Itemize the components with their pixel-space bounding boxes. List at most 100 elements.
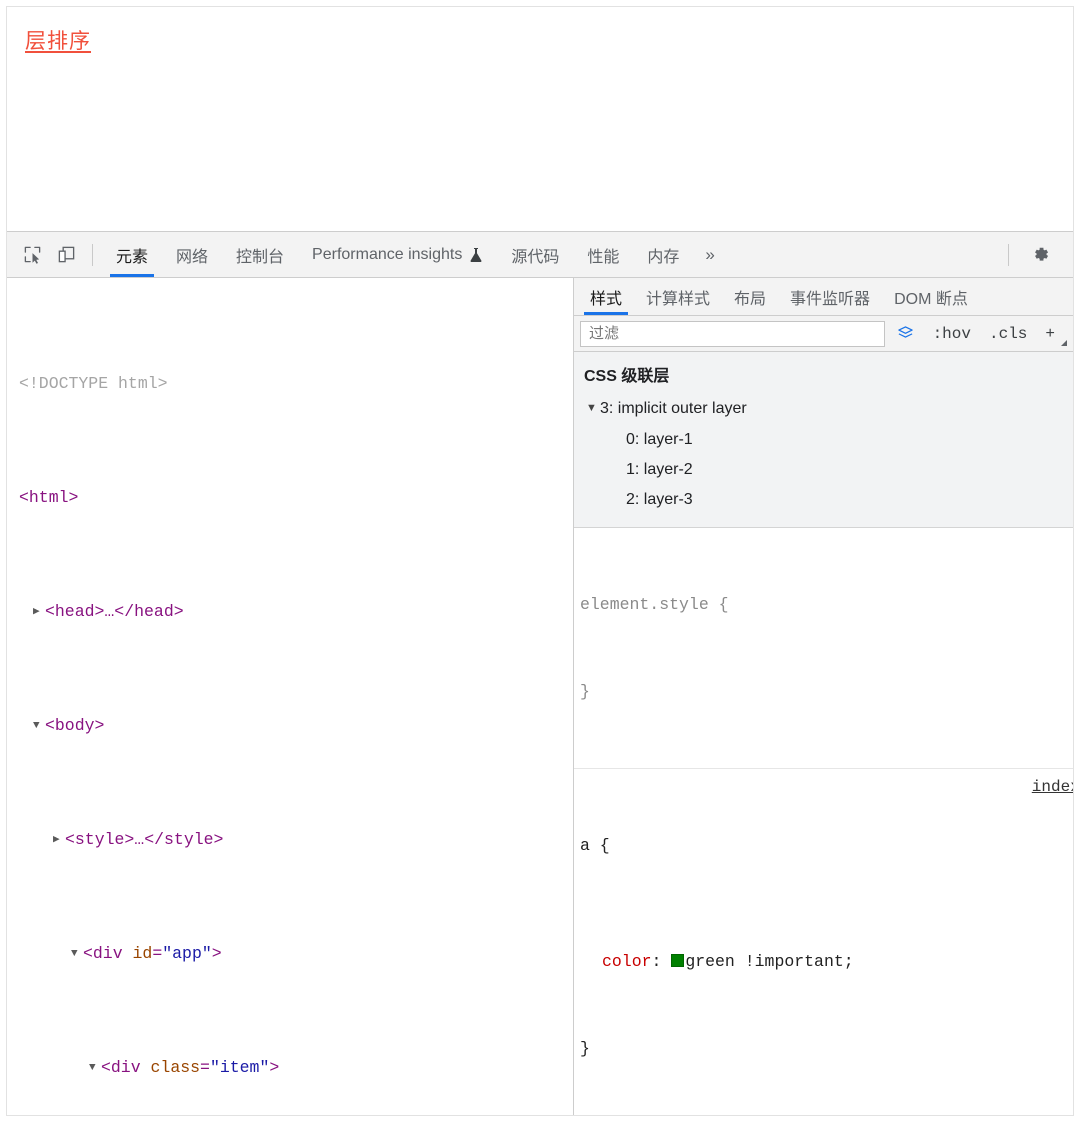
tab-layout-label: 布局 xyxy=(734,290,767,308)
dom-row[interactable]: ▶ <style>…</style> xyxy=(7,826,573,855)
dom-tag-div-item: <div xyxy=(101,1057,151,1077)
devtools-panel: 元素 网络 控制台 Performance insights 源代码 性能 内存… xyxy=(7,231,1073,1115)
css-declaration[interactable]: color: green !important; xyxy=(580,947,1073,976)
cascade-layer-root-label: 3: implicit outer layer xyxy=(600,400,747,417)
collapse-arrow-icon[interactable]: ▼ xyxy=(33,712,45,741)
dom-tag-html: <html> xyxy=(19,487,79,507)
css-property-value[interactable]: green !important; xyxy=(685,952,853,971)
rule-selector[interactable]: element.style { xyxy=(580,590,1073,619)
rule-origin-link[interactable]: index1. xyxy=(1032,773,1073,802)
tab-styles[interactable]: 样式 xyxy=(578,278,634,315)
tab-styles-label: 样式 xyxy=(590,290,623,308)
dom-row[interactable]: ▶ <head>…</head> xyxy=(7,598,573,627)
tab-event-listeners[interactable]: 事件监听器 xyxy=(778,278,882,315)
gear-glyph xyxy=(1035,247,1049,261)
expand-arrow-icon[interactable]: ▶ xyxy=(33,598,45,627)
cascade-layer-root[interactable]: ▼ 3: implicit outer layer xyxy=(584,394,1073,425)
devtools-main-toolbar: 元素 网络 控制台 Performance insights 源代码 性能 内存… xyxy=(7,232,1073,278)
css-colon: : xyxy=(651,952,672,971)
tab-elements-label: 元素 xyxy=(116,248,149,266)
collapse-arrow-icon[interactable]: ▼ xyxy=(89,1054,101,1083)
dom-tag-style: <style>…</style> xyxy=(65,829,224,849)
dom-row[interactable]: ▼ <div id="app"> xyxy=(7,940,573,969)
tab-sources-label: 源代码 xyxy=(511,248,560,266)
devtools-content: <!DOCTYPE html> <html> ▶ <head>…</head> ▼… xyxy=(7,278,1073,1115)
tab-network[interactable]: 网络 xyxy=(162,232,222,277)
tab-dom-breakpoints-label: DOM 断点 xyxy=(894,290,968,308)
collapse-arrow-icon[interactable]: ▼ xyxy=(71,940,83,969)
devtools-tab-list: 元素 网络 控制台 Performance insights 源代码 性能 内存… xyxy=(102,232,727,277)
tab-performance-insights-label: Performance insights xyxy=(312,245,463,263)
cascade-layer-item[interactable]: 2: layer-3 xyxy=(584,485,1073,515)
collapse-arrow-icon[interactable]: ▼ xyxy=(586,393,600,423)
dom-tag-body: <body> xyxy=(45,715,105,735)
rule-selector[interactable]: a { xyxy=(580,831,1073,860)
tab-dom-breakpoints[interactable]: DOM 断点 xyxy=(882,278,980,315)
dom-doctype: <!DOCTYPE html> xyxy=(19,373,168,393)
inspect-element-glyph xyxy=(24,246,40,264)
dom-row[interactable]: ▼ <div class="item"> xyxy=(7,1054,573,1083)
dom-tree: <!DOCTYPE html> <html> ▶ <head>…</head> ▼… xyxy=(7,284,573,1115)
dom-tag-head: <head>…</head> xyxy=(45,601,184,621)
color-swatch-green[interactable] xyxy=(671,954,685,967)
toolbar-divider xyxy=(92,243,93,266)
cascade-layer-item[interactable]: 0: layer-1 xyxy=(584,425,1073,455)
tab-sources[interactable]: 源代码 xyxy=(497,232,573,277)
cascade-layers-title: CSS 级联层 xyxy=(584,368,670,385)
styles-filter-bar: :hov .cls + xyxy=(574,316,1073,352)
dom-attr-class-value: "item" xyxy=(209,1057,270,1077)
tab-event-listeners-label: 事件监听器 xyxy=(790,290,871,308)
css-rule-element-style[interactable]: element.style { } xyxy=(574,528,1073,769)
dom-tree-pane[interactable]: <!DOCTYPE html> <html> ▶ <head>…</head> ▼… xyxy=(7,278,573,1115)
filter-input[interactable] xyxy=(580,320,885,347)
dom-attr-id: id xyxy=(132,943,153,963)
tab-elements[interactable]: 元素 xyxy=(102,232,162,277)
tab-computed-label: 计算样式 xyxy=(646,290,711,308)
cascade-layer-item[interactable]: 1: layer-2 xyxy=(584,455,1073,485)
device-toolbar-icon[interactable] xyxy=(49,232,83,277)
plus-icon: + xyxy=(1045,324,1055,343)
gear-icon[interactable] xyxy=(1018,244,1063,265)
styles-pane: 样式 计算样式 布局 事件监听器 DOM 断点 过滤:hov .cls + C… xyxy=(574,278,1073,1115)
flask-icon xyxy=(469,247,483,263)
class-editor-button[interactable]: .cls xyxy=(980,316,1036,351)
tab-console-label: 控制台 xyxy=(236,248,285,266)
expand-arrow-icon[interactable]: ▶ xyxy=(53,826,65,855)
tab-console[interactable]: 控制台 xyxy=(222,232,298,277)
browser-page-frame: 层排序 元素 网络 控制台 Performance insights 源代码 性… xyxy=(6,6,1074,1116)
toolbar-divider-right xyxy=(1008,243,1009,266)
styles-tab-list: 样式 计算样式 布局 事件监听器 DOM 断点 xyxy=(574,278,1073,316)
cascade-layers-icon[interactable] xyxy=(885,316,924,351)
tab-performance-label: 性能 xyxy=(587,248,620,266)
rule-close-brace: } xyxy=(580,1039,590,1058)
device-toolbar-glyph xyxy=(58,246,74,263)
css-property-name[interactable]: color xyxy=(602,952,652,971)
dom-attr-class: class xyxy=(150,1057,201,1077)
hover-state-button[interactable]: :hov xyxy=(924,316,980,351)
layers-glyph xyxy=(897,326,913,338)
new-style-rule-button[interactable]: + xyxy=(1036,316,1069,351)
dom-row[interactable]: <!DOCTYPE html> xyxy=(7,370,573,399)
flask-glyph xyxy=(470,247,482,262)
tab-computed[interactable]: 计算样式 xyxy=(634,278,722,315)
css-rule-green[interactable]: a { index1. color: green !important; } xyxy=(574,769,1073,1115)
dom-attr-id-value: "app" xyxy=(162,943,212,963)
tab-memory-label: 内存 xyxy=(647,248,680,266)
dom-row[interactable]: <html> xyxy=(7,484,573,513)
dom-row[interactable]: ▼ <body> xyxy=(7,712,573,741)
inspect-element-icon[interactable] xyxy=(15,232,49,277)
dom-tag-div-app: <div xyxy=(83,943,133,963)
styles-rules-container: CSS 级联层 ▼ 3: implicit outer layer 0: laye… xyxy=(574,352,1073,1115)
toolbar-right-group xyxy=(999,232,1073,277)
tab-memory[interactable]: 内存 xyxy=(633,232,693,277)
tab-performance-insights[interactable]: Performance insights xyxy=(298,232,497,277)
cascade-layers-section: CSS 级联层 ▼ 3: implicit outer layer 0: laye… xyxy=(574,352,1073,528)
rule-close-brace: } xyxy=(580,682,590,701)
page-content-area: 层排序 xyxy=(7,7,1073,231)
layer-order-link[interactable]: 层排序 xyxy=(25,25,91,55)
more-tabs-chevron-icon[interactable]: » xyxy=(693,232,726,277)
tab-network-label: 网络 xyxy=(176,248,209,266)
tab-performance[interactable]: 性能 xyxy=(573,232,633,277)
caret-icon xyxy=(1061,340,1067,346)
tab-layout[interactable]: 布局 xyxy=(722,278,778,315)
